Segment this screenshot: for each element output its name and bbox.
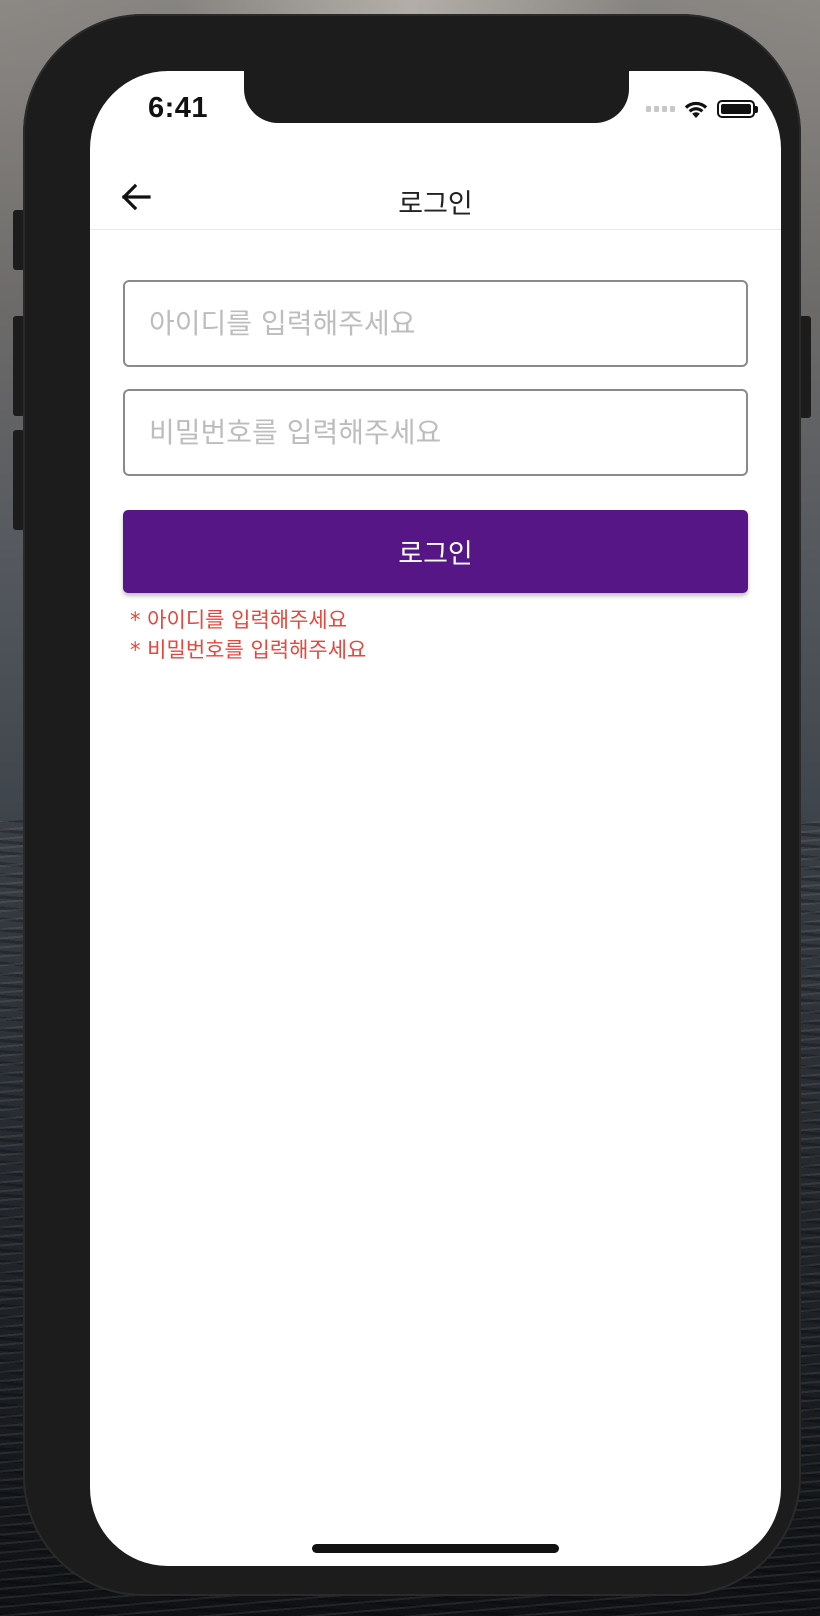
signal-icon <box>646 106 675 112</box>
error-messages: * 아이디를 입력해주세요 * 비밀번호를 입력해주세요 <box>130 605 366 665</box>
status-time: 6:41 <box>148 92 209 124</box>
status-icons <box>646 99 758 119</box>
id-field <box>123 280 748 367</box>
home-indicator[interactable] <box>312 1544 559 1553</box>
id-input[interactable] <box>149 282 719 365</box>
wifi-icon <box>684 101 708 118</box>
password-error-message: * 비밀번호를 입력해주세요 <box>130 638 367 662</box>
page-title: 로그인 <box>398 189 473 220</box>
login-button[interactable]: 로그인 <box>123 510 748 593</box>
battery-icon <box>717 100 758 118</box>
password-input[interactable] <box>149 391 719 474</box>
notch <box>244 71 629 123</box>
id-error-message: * 아이디를 입력해주세요 <box>130 608 348 632</box>
app-header: 로그인 <box>90 167 781 230</box>
phone-frame: 6:41 로그인 아이디를 입력해주세요 로그인 * 아이디를 입력해주세요 *… <box>23 14 801 1596</box>
phone-screen: 6:41 로그인 아이디를 입력해주세요 로그인 * 아이디를 입력해주세요 *… <box>90 71 781 1566</box>
password-field <box>123 389 748 476</box>
